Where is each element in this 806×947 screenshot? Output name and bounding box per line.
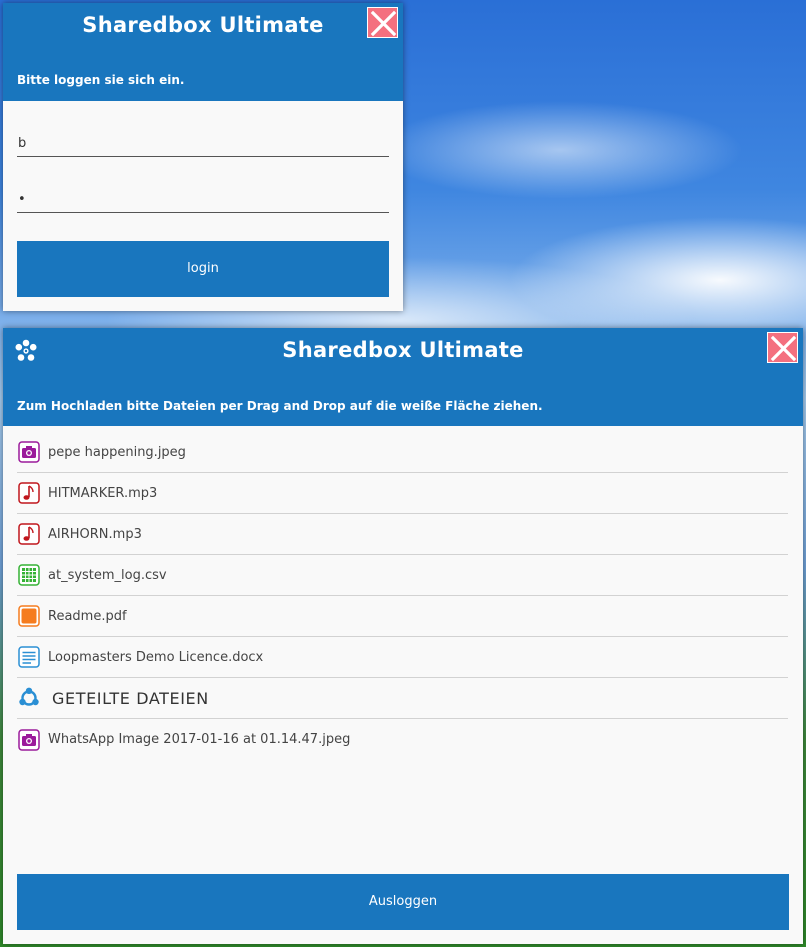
file-row[interactable]: AIRHORN.mp3 [17, 514, 788, 555]
file-row[interactable]: WhatsApp Image 2017-01-16 at 01.14.47.jp… [17, 719, 788, 760]
password-input[interactable]: • [17, 187, 389, 213]
file-name: Readme.pdf [48, 608, 127, 624]
shared-section-header: GETEILTE DATEIEN [17, 678, 788, 719]
file-row[interactable]: Loopmasters Demo Licence.docx [17, 637, 788, 678]
login-header: Sharedbox Ultimate Bitte loggen sie sich… [3, 3, 403, 101]
file-row[interactable]: pepe happening.jpeg [17, 432, 788, 473]
login-title: Sharedbox Ultimate [82, 13, 324, 37]
camera-icon [18, 441, 40, 463]
file-name: AIRHORN.mp3 [48, 526, 142, 542]
music-note-icon [18, 482, 40, 504]
login-subtitle: Bitte loggen sie sich ein. [17, 73, 185, 87]
file-name: at_system_log.csv [48, 567, 167, 583]
camera-icon [18, 728, 40, 751]
login-window: Sharedbox Ultimate Bitte loggen sie sich… [3, 3, 403, 311]
main-header: Sharedbox Ultimate Zum Hochladen bitte D… [3, 328, 803, 426]
document-icon [18, 646, 40, 668]
file-list: pepe happening.jpeg HITMARKER.mp3 AIRHOR… [17, 432, 788, 760]
file-name: pepe happening.jpeg [48, 444, 186, 460]
shared-section-label: GETEILTE DATEIEN [52, 688, 209, 708]
main-title: Sharedbox Ultimate [282, 338, 524, 362]
file-row[interactable]: at_system_log.csv [17, 555, 788, 596]
close-icon[interactable] [367, 7, 398, 38]
close-icon[interactable] [767, 332, 798, 363]
upload-instructions: Zum Hochladen bitte Dateien per Drag and… [17, 399, 543, 413]
file-name: Loopmasters Demo Licence.docx [48, 649, 264, 665]
pdf-icon [18, 605, 40, 627]
main-window: Sharedbox Ultimate Zum Hochladen bitte D… [3, 328, 803, 944]
file-name: HITMARKER.mp3 [48, 485, 158, 501]
file-name: WhatsApp Image 2017-01-16 at 01.14.47.jp… [48, 732, 351, 747]
username-input[interactable]: b [17, 131, 389, 157]
login-button[interactable]: login [17, 241, 389, 297]
spreadsheet-icon [18, 564, 40, 586]
logout-button[interactable]: Ausloggen [17, 874, 789, 930]
shared-icon [19, 687, 39, 706]
file-row[interactable]: Readme.pdf [17, 596, 788, 637]
file-row[interactable]: HITMARKER.mp3 [17, 473, 788, 514]
music-note-icon [18, 523, 40, 545]
